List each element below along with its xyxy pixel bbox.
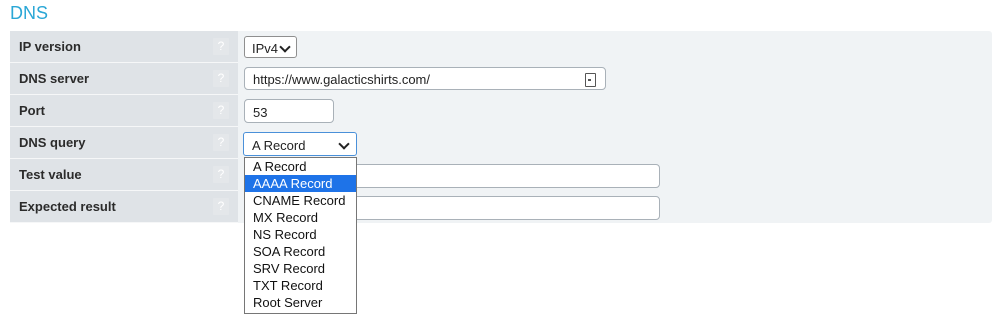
dns-query-dropdown[interactable]: A Record AAAA Record CNAME Record MX Rec… [244, 157, 357, 314]
dropdown-option[interactable]: NS Record [245, 226, 356, 243]
help-icon[interactable]: ? [213, 134, 229, 151]
dropdown-option-highlighted[interactable]: AAAA Record [245, 175, 356, 192]
row-dns-server: DNS server ? https://www.galacticshirts.… [10, 63, 992, 95]
dropdown-option[interactable]: SRV Record [245, 260, 356, 277]
row-label-box: DNS query ? [10, 127, 238, 159]
dns-form: IP version ? IPv4 DNS server ? https://w… [10, 31, 992, 223]
help-icon[interactable]: ? [213, 166, 229, 183]
row-label-box: Expected result ? [10, 191, 238, 223]
dns-query-value: A Record [252, 138, 306, 153]
row-ip-version: IP version ? IPv4 [10, 31, 992, 63]
chevron-down-icon [338, 138, 350, 150]
dropdown-option[interactable]: Root Server [245, 294, 356, 311]
row-label-box: Port ? [10, 95, 238, 127]
chevron-down-icon [279, 41, 291, 53]
row-label-box: DNS server ? [10, 63, 238, 95]
dropdown-option[interactable]: A Record [245, 158, 356, 175]
help-icon[interactable]: ? [213, 70, 229, 87]
row-label-box: Test value ? [10, 159, 238, 191]
expected-result-label: Expected result [19, 199, 116, 214]
clipboard-icon[interactable] [585, 73, 596, 87]
section-title: DNS [10, 3, 49, 23]
ip-version-select[interactable]: IPv4 [244, 36, 297, 58]
ip-version-value: IPv4 [252, 41, 279, 56]
dropdown-option[interactable]: MX Record [245, 209, 356, 226]
row-expected-result: Expected result ? [10, 191, 992, 223]
dropdown-option[interactable]: TXT Record [245, 277, 356, 294]
port-input[interactable]: 53 [244, 99, 334, 123]
row-port: Port ? 53 [10, 95, 992, 127]
dropdown-option[interactable]: CNAME Record [245, 192, 356, 209]
dropdown-option[interactable]: SOA Record [245, 243, 356, 260]
row-test-value: Test value ? [10, 159, 992, 191]
dns-server-value: https://www.galacticshirts.com/ [253, 72, 430, 87]
help-icon[interactable]: ? [213, 198, 229, 215]
dns-query-select[interactable]: A Record [243, 132, 357, 156]
dns-server-input[interactable]: https://www.galacticshirts.com/ [244, 67, 606, 90]
help-icon[interactable]: ? [213, 102, 229, 119]
port-label: Port [19, 103, 45, 118]
row-label-box: IP version ? [10, 31, 238, 63]
ip-version-label: IP version [19, 39, 81, 54]
port-value: 53 [253, 105, 268, 120]
row-dns-query: DNS query ? A Record [10, 127, 992, 159]
test-value-label: Test value [19, 167, 82, 182]
dns-query-label: DNS query [19, 135, 86, 150]
help-icon[interactable]: ? [213, 38, 229, 55]
dns-server-label: DNS server [19, 71, 90, 86]
